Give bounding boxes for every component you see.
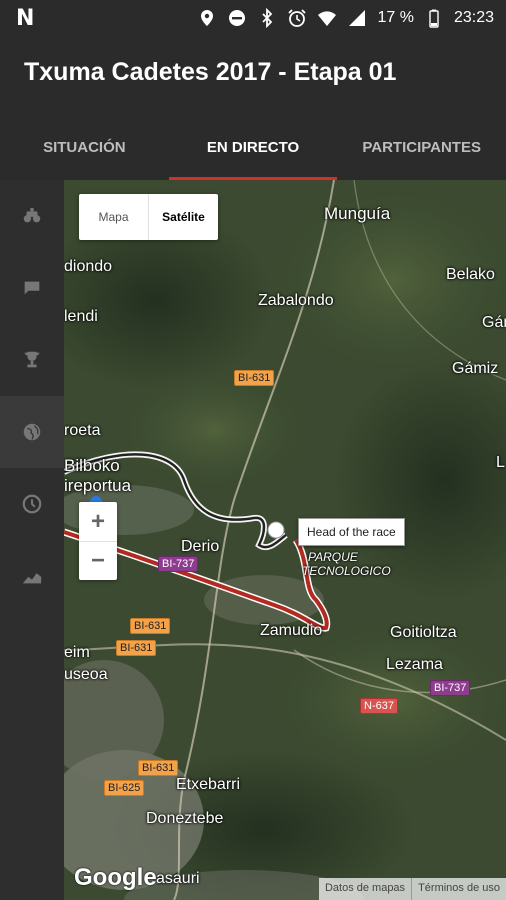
tab-situacion[interactable]: SITUACIÓN (0, 112, 169, 180)
road-label-n637: N-637 (360, 698, 398, 714)
place-diondo: diondo (64, 258, 113, 275)
google-logo: Google (74, 864, 157, 891)
sidebar-item-bike[interactable] (0, 180, 64, 252)
signal-icon (347, 8, 367, 28)
place-munguia: Munguía (324, 204, 391, 223)
tab-en-directo[interactable]: EN DIRECTO (168, 112, 338, 180)
place-zamudio: Zamudio (260, 622, 323, 639)
bike-icon (23, 207, 41, 223)
place-lendi: lendi (64, 308, 98, 325)
place-useoa: useoa (64, 666, 108, 683)
place-goitioltza: Goitioltza (390, 624, 457, 641)
map-type-map-button[interactable]: Mapa (79, 194, 148, 240)
netflix-app-icon: N (16, 5, 35, 31)
zoom-control: + − (79, 502, 117, 580)
place-derio: Derio (181, 538, 220, 555)
road-label-bi625: BI-625 (104, 780, 145, 796)
wifi-icon (317, 8, 337, 28)
map-type-satellite-button[interactable]: Satélite (148, 194, 218, 240)
chat-icon (24, 281, 40, 295)
place-l-edge: L (496, 454, 505, 471)
road-label-bi737: BI-737 (430, 680, 471, 696)
road-label-bi737: BI-737 (158, 556, 199, 572)
battery-icon (424, 8, 444, 28)
battery-percent: 17 % (377, 9, 414, 26)
place-gam: Gám (482, 314, 506, 331)
clock-time: 23:23 (453, 9, 494, 26)
globe-icon (23, 423, 41, 441)
sidebar (0, 180, 64, 900)
place-gamiz: Gámiz (452, 360, 499, 377)
place-roeta: roeta (64, 422, 101, 439)
trophy-icon (24, 351, 40, 368)
place-etxebarri: Etxebarri (176, 776, 241, 793)
sidebar-item-trophy[interactable] (0, 324, 64, 396)
clock-icon (22, 494, 42, 514)
alarm-icon (287, 8, 307, 28)
status-bar: N 17 % 23:23 (0, 0, 506, 36)
elevation-icon (22, 573, 42, 584)
place-belako: Belako (446, 266, 495, 283)
place-lezama: Lezama (386, 656, 443, 673)
road-label-bi631: BI-631 (138, 760, 179, 776)
map-data-link[interactable]: Datos de mapas (319, 878, 411, 900)
sidebar-item-clock[interactable] (0, 468, 64, 540)
app-bar: Txuma Cadetes 2017 - Etapa 01 (0, 36, 506, 112)
map-type-toggle: Mapa Satélite (79, 194, 218, 240)
dnd-icon (227, 8, 247, 28)
sidebar-item-globe[interactable] (0, 396, 64, 468)
map-view[interactable]: Munguía Belako diondo lendi Zabalondo Gá… (64, 180, 506, 900)
place-tecnologico: TECNOLOGICO (302, 564, 391, 578)
road-label-bi631: BI-631 (234, 370, 275, 386)
zoom-in-button[interactable]: + (79, 502, 117, 541)
location-icon (197, 8, 217, 28)
map-attribution: Datos de mapas Términos de uso (318, 878, 506, 900)
tab-participantes[interactable]: PARTICIPANTES (337, 112, 506, 180)
road-label-bi631: BI-631 (130, 618, 171, 634)
road-label-bi631: BI-631 (116, 640, 157, 656)
zoom-out-button[interactable]: − (79, 541, 117, 580)
place-basauri: asauri (156, 870, 200, 887)
place-doneztebe: Doneztebe (146, 810, 224, 827)
place-aireportua: ireportua (64, 476, 132, 495)
head-of-race-info-window[interactable]: Head of the race (298, 518, 405, 546)
sidebar-item-chat[interactable] (0, 252, 64, 324)
place-zabalondo: Zabalondo (258, 292, 334, 309)
sidebar-item-elevation[interactable] (0, 540, 64, 612)
bluetooth-icon (257, 8, 277, 28)
tab-bar: SITUACIÓN EN DIRECTO PARTICIPANTES (0, 112, 506, 180)
place-bilboko: Bilboko (64, 456, 120, 475)
place-parque: PARQUE (308, 550, 358, 564)
place-eim: eim (64, 644, 90, 661)
terms-of-use-link[interactable]: Términos de uso (411, 878, 506, 900)
page-title: Txuma Cadetes 2017 - Etapa 01 (24, 58, 397, 86)
